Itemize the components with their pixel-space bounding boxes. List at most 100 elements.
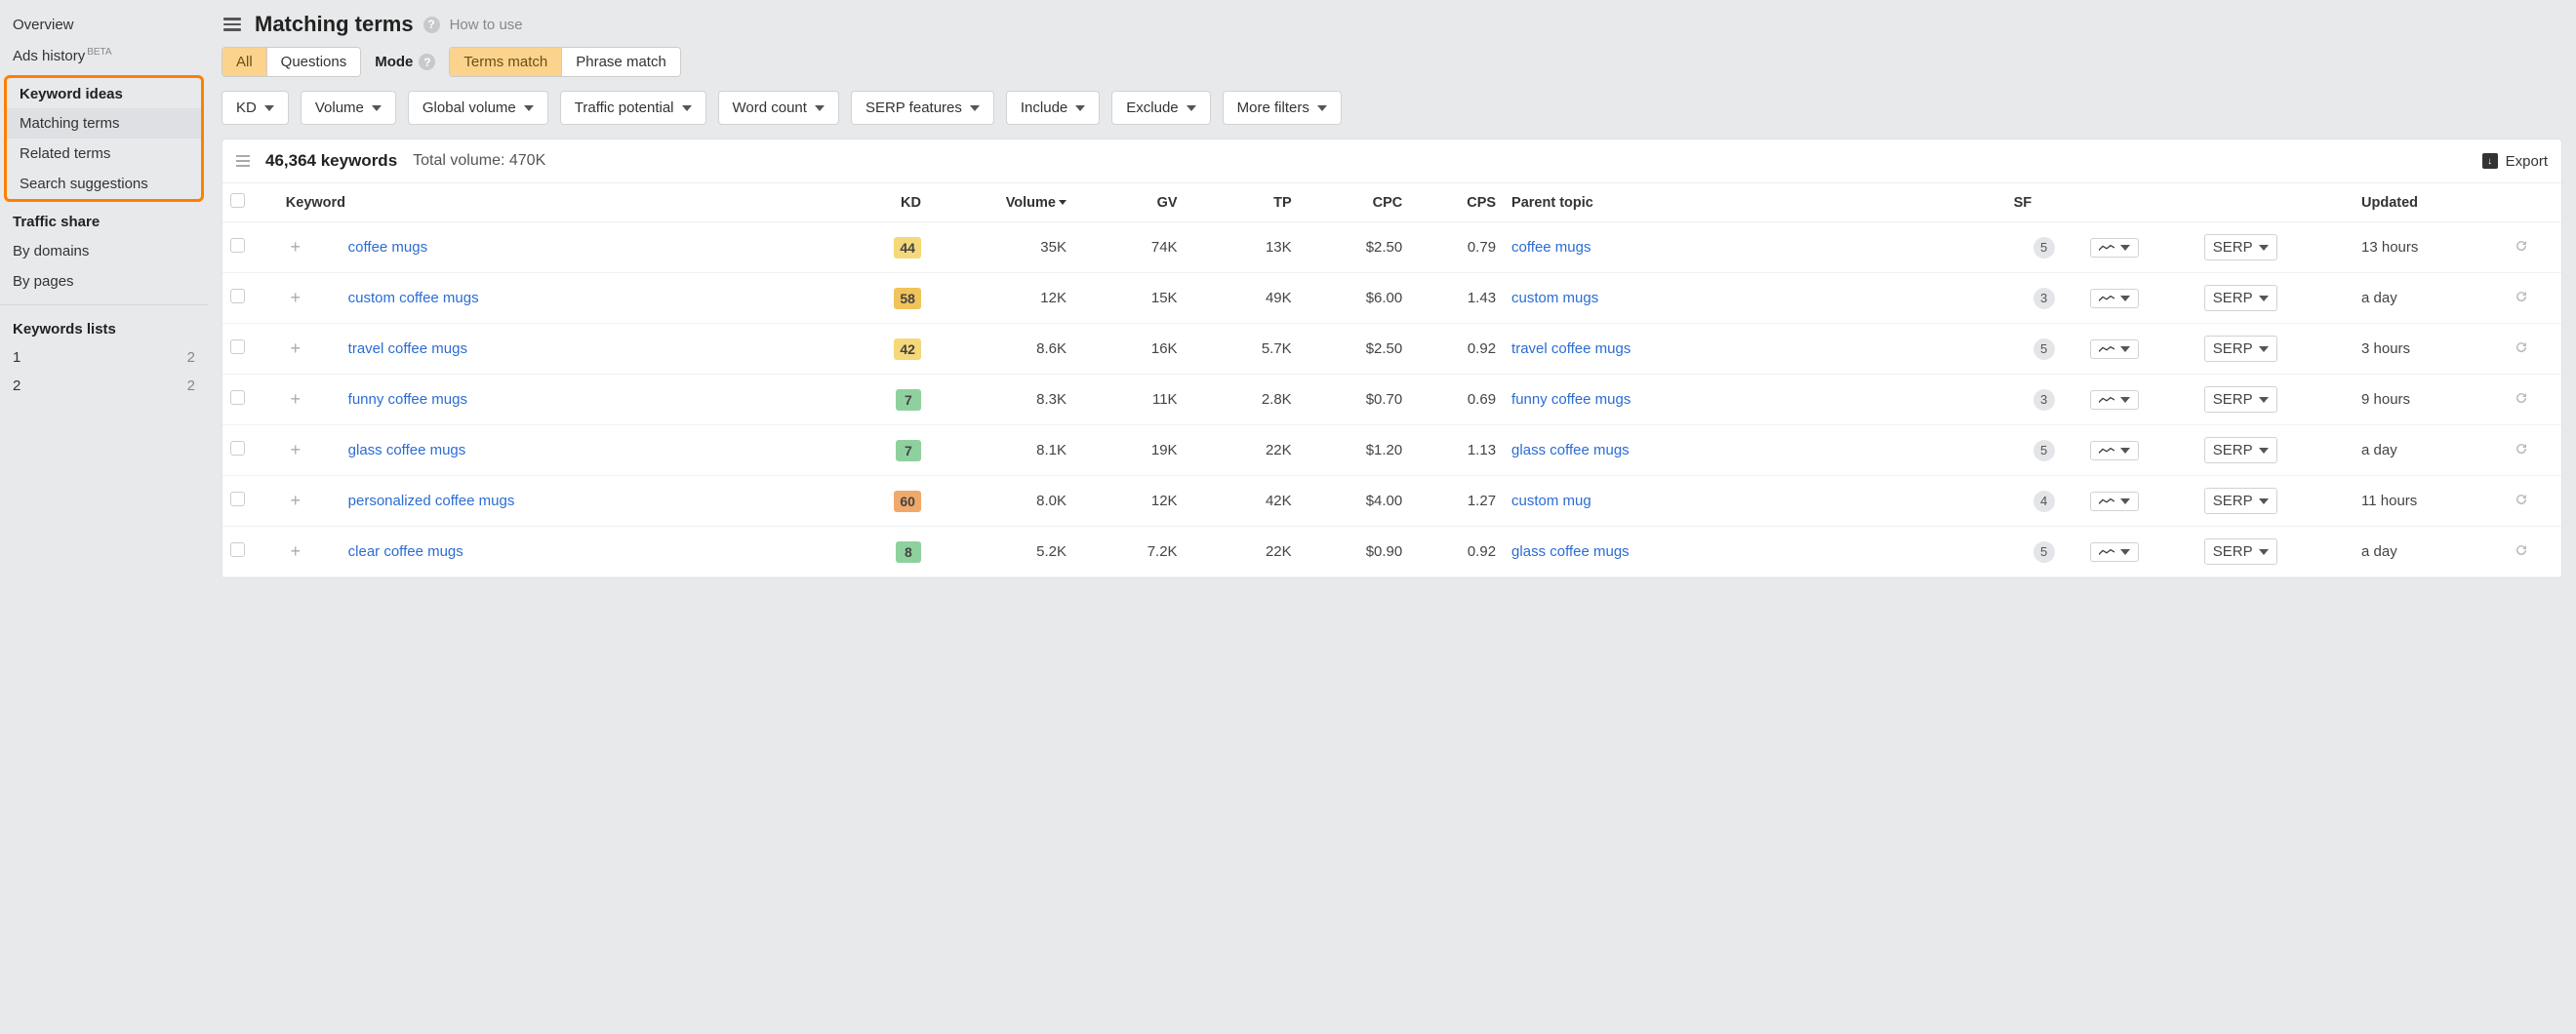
col-volume[interactable]: Volume (929, 183, 1074, 222)
filter-word-count[interactable]: Word count (718, 91, 839, 125)
refresh-icon[interactable] (2514, 289, 2529, 304)
serp-button[interactable]: SERP (2204, 336, 2277, 362)
keyword-link[interactable]: clear coffee mugs (348, 543, 463, 560)
keyword-link[interactable]: travel coffee mugs (348, 340, 467, 357)
add-keyword-button[interactable]: + (286, 441, 305, 460)
trend-button[interactable] (2090, 542, 2139, 562)
refresh-icon[interactable] (2514, 339, 2529, 355)
sf-badge[interactable]: 4 (2033, 491, 2055, 512)
sidebar-item-search-suggestions[interactable]: Search suggestions (7, 169, 201, 199)
trend-button[interactable] (2090, 238, 2139, 258)
add-keyword-button[interactable]: + (286, 390, 305, 410)
row-checkbox[interactable] (230, 542, 245, 557)
add-keyword-button[interactable]: + (286, 238, 305, 258)
trend-button[interactable] (2090, 289, 2139, 308)
select-all-checkbox[interactable] (230, 193, 245, 208)
row-checkbox[interactable] (230, 339, 245, 354)
row-checkbox[interactable] (230, 441, 245, 456)
tab-questions[interactable]: Questions (267, 48, 361, 76)
col-tp[interactable]: TP (1186, 183, 1300, 222)
sf-badge[interactable]: 5 (2033, 541, 2055, 563)
serp-button[interactable]: SERP (2204, 488, 2277, 514)
refresh-icon[interactable] (2514, 390, 2529, 406)
parent-topic-link[interactable]: glass coffee mugs (1511, 543, 1630, 560)
sf-badge[interactable]: 5 (2033, 338, 2055, 360)
serp-button[interactable]: SERP (2204, 437, 2277, 463)
sidebar-item-related-terms[interactable]: Related terms (7, 139, 201, 169)
col-keyword[interactable]: Keyword (278, 183, 842, 222)
serp-button[interactable]: SERP (2204, 234, 2277, 260)
sf-badge[interactable]: 5 (2033, 237, 2055, 258)
help-icon[interactable]: ? (419, 54, 435, 70)
sidebar-list-item[interactable]: 1 2 (0, 343, 208, 372)
refresh-icon[interactable] (2514, 492, 2529, 507)
col-parent[interactable]: Parent topic (1504, 183, 2006, 222)
sidebar-list-item[interactable]: 2 2 (0, 372, 208, 400)
col-cps[interactable]: CPS (1410, 183, 1504, 222)
kd-badge: 60 (894, 491, 921, 512)
sidebar-item-matching-terms[interactable]: Matching terms (7, 108, 201, 139)
list-name: 2 (13, 378, 20, 394)
tabs-row: All Questions Mode ? Terms match Phrase … (221, 47, 2562, 77)
filter-serp-features[interactable]: SERP features (851, 91, 994, 125)
keyword-link[interactable]: personalized coffee mugs (348, 493, 515, 509)
keyword-link[interactable]: custom coffee mugs (348, 290, 479, 306)
filter-kd[interactable]: KD (221, 91, 289, 125)
hamburger-icon[interactable] (223, 18, 241, 31)
add-keyword-button[interactable]: + (286, 289, 305, 308)
parent-topic-link[interactable]: custom mugs (1511, 290, 1598, 306)
tab-phrase-match[interactable]: Phrase match (562, 48, 680, 76)
sf-badge[interactable]: 3 (2033, 389, 2055, 411)
trend-button[interactable] (2090, 441, 2139, 460)
columns-icon[interactable] (236, 155, 250, 167)
serp-button[interactable]: SERP (2204, 538, 2277, 565)
export-button[interactable]: ↓ Export (2482, 153, 2548, 170)
tab-all[interactable]: All (222, 48, 267, 76)
trend-icon (2099, 497, 2114, 506)
refresh-icon[interactable] (2514, 441, 2529, 457)
trend-button[interactable] (2090, 390, 2139, 410)
parent-topic-link[interactable]: glass coffee mugs (1511, 442, 1630, 458)
refresh-icon[interactable] (2514, 238, 2529, 254)
row-checkbox[interactable] (230, 289, 245, 303)
col-gv[interactable]: GV (1074, 183, 1186, 222)
col-updated[interactable]: Updated (2354, 183, 2506, 222)
parent-topic-link[interactable]: custom mug (1511, 493, 1591, 509)
chevron-down-icon (2259, 549, 2269, 555)
row-checkbox[interactable] (230, 390, 245, 405)
trend-button[interactable] (2090, 339, 2139, 359)
sf-badge[interactable]: 5 (2033, 440, 2055, 461)
parent-topic-link[interactable]: coffee mugs (1511, 239, 1590, 256)
filter-global-volume[interactable]: Global volume (408, 91, 548, 125)
add-keyword-button[interactable]: + (286, 339, 305, 359)
sidebar-item-by-domains[interactable]: By domains (0, 236, 208, 266)
sidebar-item-ads-history[interactable]: Ads historyBETA (0, 40, 208, 71)
filter-more[interactable]: More filters (1223, 91, 1342, 125)
filter-volume[interactable]: Volume (301, 91, 396, 125)
filter-exclude[interactable]: Exclude (1111, 91, 1210, 125)
add-keyword-button[interactable]: + (286, 492, 305, 511)
filter-include[interactable]: Include (1006, 91, 1100, 125)
parent-topic-link[interactable]: funny coffee mugs (1511, 391, 1630, 408)
filter-traffic-potential[interactable]: Traffic potential (560, 91, 706, 125)
parent-topic-link[interactable]: travel coffee mugs (1511, 340, 1630, 357)
serp-button[interactable]: SERP (2204, 285, 2277, 311)
col-kd[interactable]: KD (842, 183, 929, 222)
help-icon[interactable]: ? (423, 17, 440, 33)
refresh-icon[interactable] (2514, 542, 2529, 558)
sf-badge[interactable]: 3 (2033, 288, 2055, 309)
serp-button[interactable]: SERP (2204, 386, 2277, 413)
sidebar-item-by-pages[interactable]: By pages (0, 266, 208, 297)
row-checkbox[interactable] (230, 492, 245, 506)
tab-terms-match[interactable]: Terms match (450, 48, 562, 76)
keyword-link[interactable]: funny coffee mugs (348, 391, 467, 408)
col-sf[interactable]: SF (2006, 183, 2082, 222)
how-to-use-link[interactable]: How to use (450, 17, 523, 33)
keyword-link[interactable]: glass coffee mugs (348, 442, 466, 458)
col-cpc[interactable]: CPC (1300, 183, 1411, 222)
row-checkbox[interactable] (230, 238, 245, 253)
keyword-link[interactable]: coffee mugs (348, 239, 427, 256)
add-keyword-button[interactable]: + (286, 542, 305, 562)
trend-button[interactable] (2090, 492, 2139, 511)
sidebar-item-overview[interactable]: Overview (0, 10, 208, 40)
